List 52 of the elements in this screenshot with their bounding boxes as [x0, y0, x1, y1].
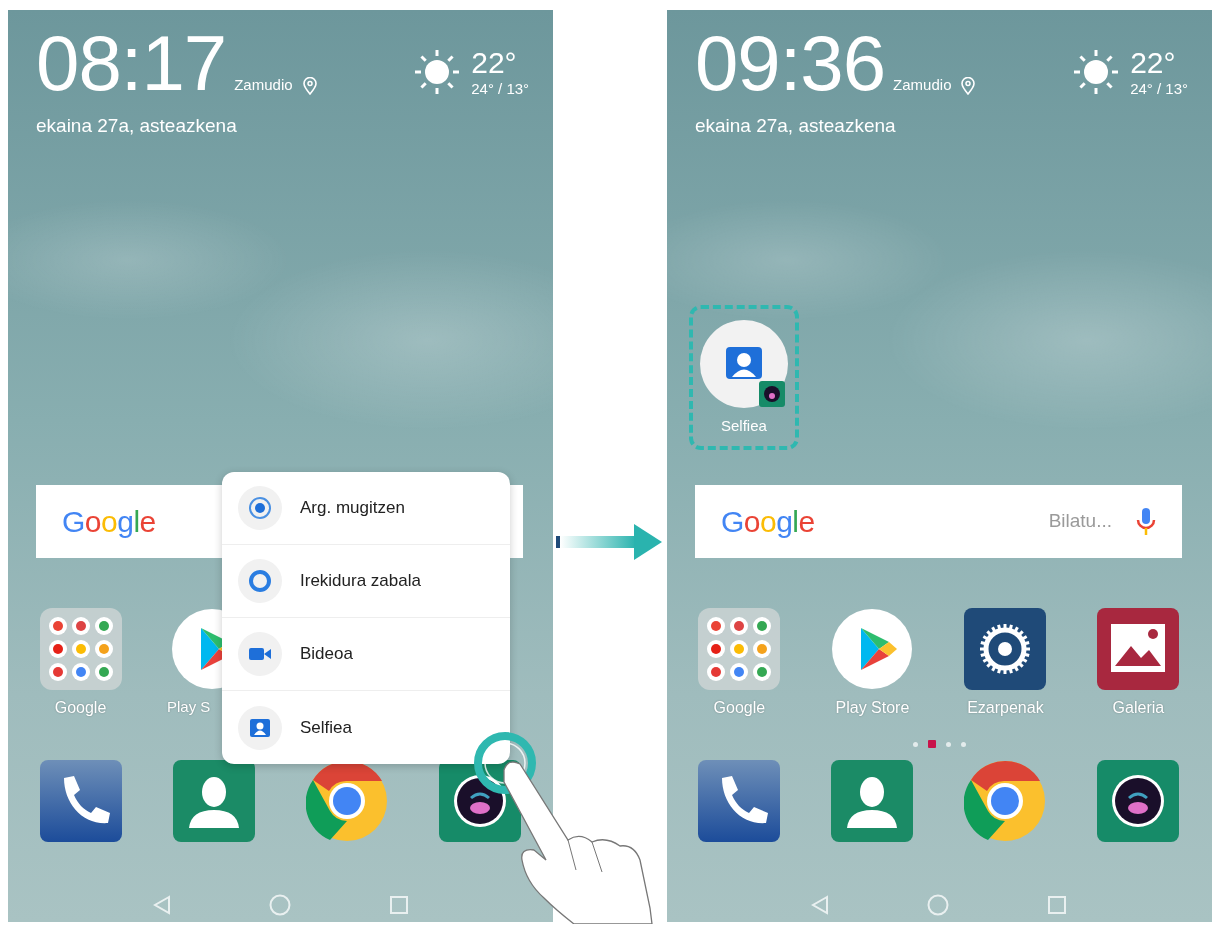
- menu-item[interactable]: Bideoa: [222, 618, 510, 691]
- temperature: 22°: [1130, 48, 1177, 78]
- menu-item[interactable]: Arg. mugitzen: [222, 472, 510, 545]
- phone-icon[interactable]: [39, 760, 122, 842]
- google-logo: Google: [720, 504, 815, 540]
- picture-icon[interactable]: [1097, 608, 1180, 690]
- date-label: ekaina 27a, asteazkena: [36, 114, 238, 138]
- date-label: ekaina 27a, asteazkena: [694, 114, 897, 138]
- arrow-icon: [556, 522, 664, 562]
- person-icon[interactable]: [172, 760, 255, 842]
- folder-icon[interactable]: [39, 608, 122, 690]
- menu-item-label: Selfiea: [300, 716, 352, 739]
- search-field[interactable]: Bilatu...: [814, 506, 1114, 537]
- app-label: Google: [54, 698, 107, 718]
- google-logo: Google: [62, 504, 156, 540]
- sun-icon: [1072, 48, 1121, 96]
- ring-icon: [248, 569, 272, 593]
- person-icon[interactable]: [831, 760, 914, 842]
- phone-icon[interactable]: [698, 760, 781, 842]
- page-indicator-dot[interactable]: [960, 741, 966, 747]
- location-label: Zamudio: [234, 74, 293, 95]
- app-label: Play Store: [835, 698, 910, 718]
- menu-item[interactable]: Irekidura zabala: [222, 545, 510, 618]
- app-label: Google: [713, 698, 766, 718]
- app-label: Galeria: [1112, 698, 1165, 718]
- clock-time: 09:36: [694, 24, 886, 102]
- play-store-icon[interactable]: [831, 608, 914, 690]
- location-pin-icon: [961, 77, 976, 95]
- sun-icon: [413, 48, 462, 96]
- chrome-icon[interactable]: [964, 760, 1047, 842]
- page-indicator-dot[interactable]: [945, 741, 951, 747]
- clock-time: 08:17: [36, 24, 227, 102]
- app-label: Ezarpenak: [967, 698, 1044, 718]
- gear-icon[interactable]: [964, 608, 1047, 690]
- app-label: Play S: [167, 697, 211, 717]
- temperature: 22°: [471, 48, 518, 78]
- menu-item-label: Bideoa: [300, 643, 353, 666]
- temperature-range: 24° / 13°: [471, 79, 530, 99]
- menu-item-label: Irekidura zabala: [300, 570, 421, 593]
- search-bar[interactable]: Google Bilatu...: [694, 485, 1182, 558]
- microphone-icon[interactable]: [1136, 506, 1156, 537]
- portrait-icon: [698, 319, 789, 409]
- target-icon: [248, 496, 272, 520]
- menu-item-label: Arg. mugitzen: [300, 497, 405, 520]
- temperature-range: 24° / 13°: [1130, 79, 1188, 99]
- app-label: Selfiea: [720, 416, 767, 436]
- location-pin-icon: [302, 77, 317, 95]
- folder-icon[interactable]: [698, 608, 781, 690]
- menu-item[interactable]: Selfiea: [222, 691, 510, 764]
- camera-icon[interactable]: [1097, 760, 1180, 842]
- location-label: Zamudio: [893, 74, 952, 95]
- page-indicator-dot[interactable]: [912, 741, 918, 747]
